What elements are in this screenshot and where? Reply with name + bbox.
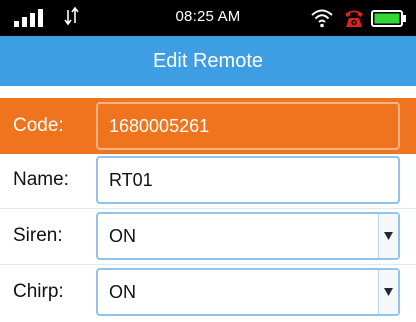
- dropdown-arrow-icon[interactable]: [378, 214, 398, 258]
- code-field[interactable]: 1680005261: [96, 102, 400, 150]
- wifi-icon: [311, 9, 333, 28]
- battery-icon: [371, 10, 406, 27]
- status-bar: 08:25 AM: [0, 0, 416, 36]
- phone-alert-icon: [345, 10, 363, 27]
- name-row: Name:: [0, 152, 416, 208]
- chirp-row: Chirp: ON: [0, 264, 416, 320]
- siren-selected-value: ON: [109, 226, 136, 246]
- siren-select[interactable]: ON: [96, 212, 400, 260]
- dropdown-arrow-icon[interactable]: [378, 270, 398, 314]
- name-label: Name:: [13, 169, 69, 190]
- chirp-label: Chirp:: [13, 281, 64, 302]
- page-title: Edit Remote: [152, 50, 264, 72]
- chirp-selected-value: ON: [109, 282, 136, 302]
- chirp-select[interactable]: ON: [96, 268, 400, 316]
- name-input[interactable]: [96, 156, 400, 204]
- header-bar: Edit Remote: [0, 36, 416, 86]
- siren-row: Siren: ON: [0, 208, 416, 264]
- siren-label: Siren:: [13, 225, 63, 246]
- code-label: Code:: [13, 115, 64, 136]
- code-row: Code: 1680005261: [0, 98, 416, 154]
